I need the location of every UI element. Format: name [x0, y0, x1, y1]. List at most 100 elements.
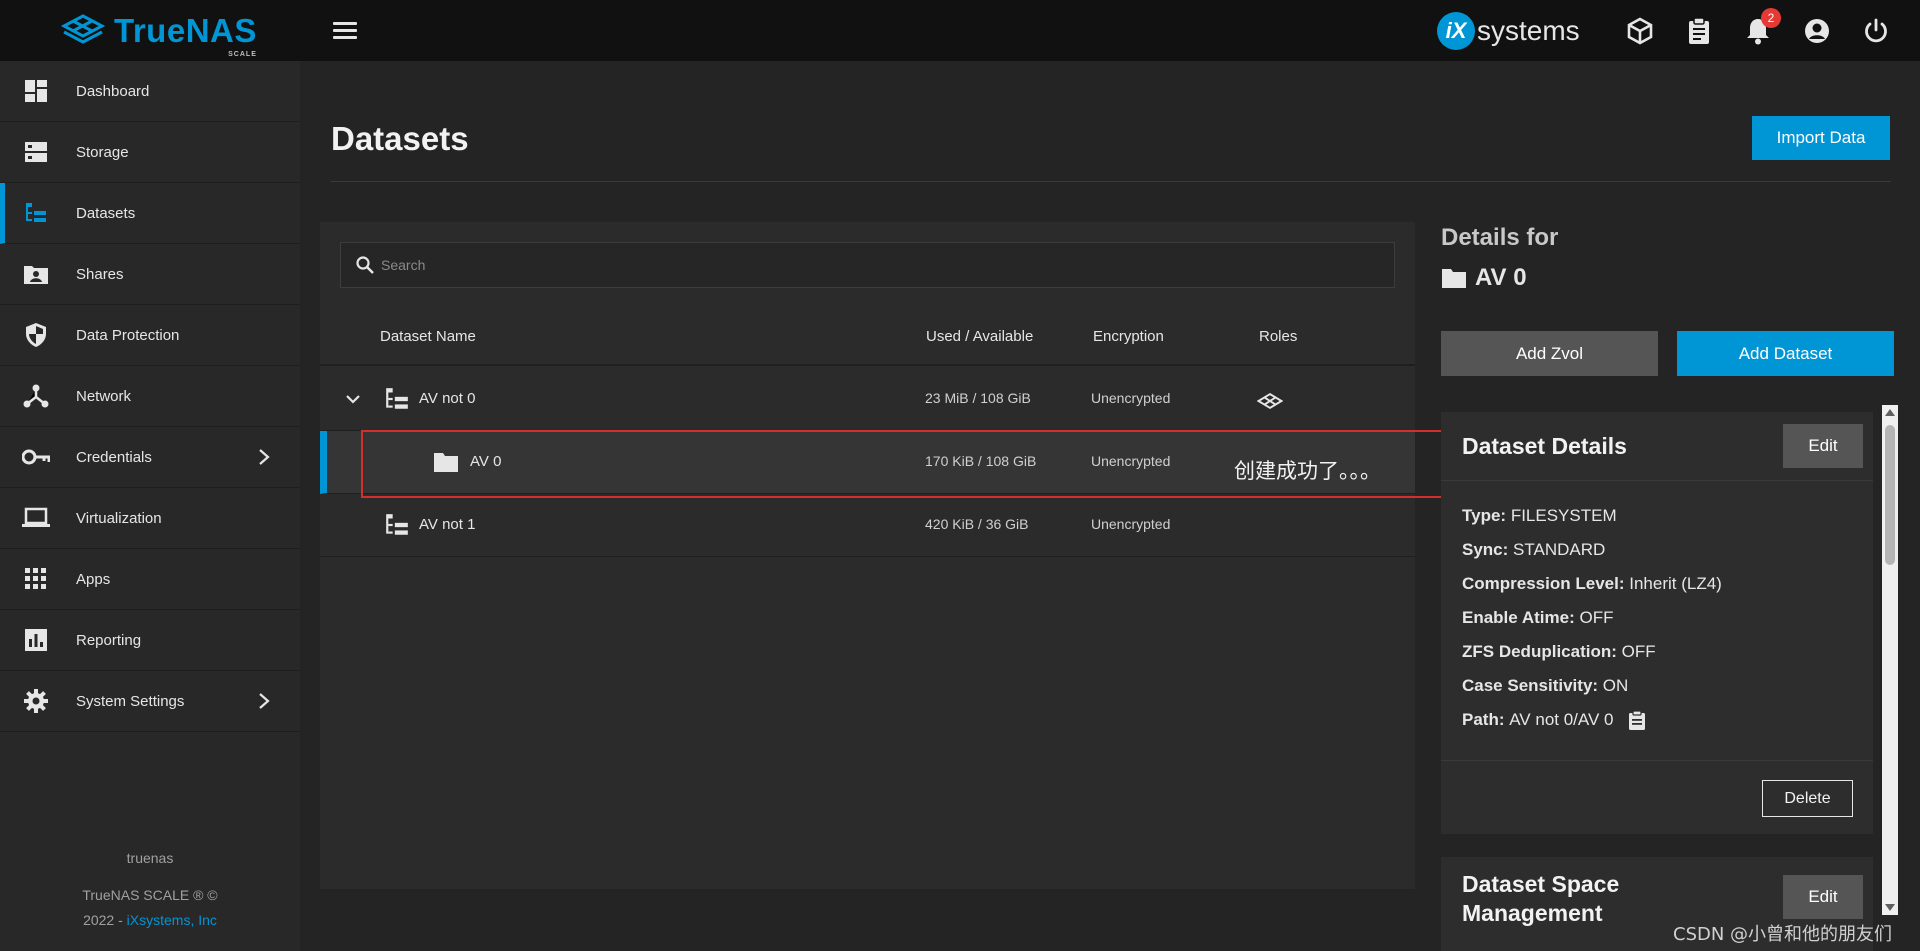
datasets-icon	[22, 199, 50, 227]
truecommand-role-icon	[1257, 393, 1283, 409]
dataset-tree-icon	[386, 388, 408, 409]
scrollbar-thumb[interactable]	[1885, 425, 1895, 565]
dataset-encryption: Unencrypted	[1091, 390, 1171, 406]
network-icon	[22, 382, 50, 410]
annotation-text: 创建成功了。。。	[1234, 459, 1381, 483]
shares-icon	[22, 260, 50, 288]
notifications-bell-icon[interactable]: 2	[1743, 8, 1781, 46]
truenas-logo-icon	[60, 14, 106, 44]
search-input[interactable]	[381, 243, 1381, 287]
sidebar-item-network[interactable]: Network	[0, 366, 300, 427]
folder-icon	[1442, 269, 1466, 288]
chevron-right-icon	[259, 449, 270, 465]
brand-sub: SCALE	[228, 51, 257, 58]
sidebar-item-apps[interactable]: Apps	[0, 549, 300, 610]
sidebar-item-virtualization[interactable]: Virtualization	[0, 488, 300, 549]
page-title: Datasets	[331, 120, 469, 157]
sidebar-item-datasets[interactable]: Datasets	[0, 183, 300, 244]
sidebar-item-credentials[interactable]: Credentials	[0, 427, 300, 488]
search-icon	[356, 256, 374, 274]
sidebar-item-label: System Settings	[76, 692, 185, 710]
datasets-table-panel: Dataset Name Used / Available Encryption…	[320, 222, 1415, 889]
sidebar-item-label: Dashboard	[76, 82, 150, 100]
details-scrollbar[interactable]	[1882, 405, 1898, 915]
sidebar-item-label: Network	[76, 387, 132, 405]
sidebar-item-reporting[interactable]: Reporting	[0, 610, 300, 671]
column-header-used[interactable]: Used / Available	[926, 328, 1033, 345]
sidebar-item-label: Apps	[76, 570, 111, 588]
power-icon[interactable]	[1861, 16, 1891, 46]
card-title: Dataset Details	[1462, 433, 1627, 459]
table-row-av-not-0[interactable]: AV not 0 23 MiB / 108 GiB Unencrypted	[320, 368, 1415, 431]
shield-icon	[22, 321, 50, 349]
chevron-right-icon	[259, 693, 270, 709]
property-sync: Sync: STANDARD	[1462, 540, 1606, 559]
scroll-up-arrow[interactable]	[1885, 409, 1895, 416]
ix-logo-icon: iX	[1437, 12, 1475, 50]
column-header-name[interactable]: Dataset Name	[380, 328, 476, 345]
sidebar-item-label: Data Protection	[76, 326, 180, 344]
add-zvol-button[interactable]: Add Zvol	[1441, 331, 1658, 376]
import-data-button[interactable]: Import Data	[1752, 116, 1890, 160]
delete-dataset-button[interactable]: Delete	[1762, 780, 1853, 817]
top-bar: TrueNAS SCALE iX systems 2	[0, 0, 1920, 61]
table-row-av-not-1[interactable]: AV not 1 420 KiB / 36 GiB Unencrypted	[320, 494, 1415, 557]
account-icon[interactable]	[1802, 16, 1832, 46]
table-header: Dataset Name Used / Available Encryption…	[320, 308, 1415, 366]
sidebar-item-label: Reporting	[76, 631, 142, 649]
watermark-text: CSDN @小曾和他的朋友们	[1673, 924, 1893, 945]
dashboard-icon	[22, 77, 50, 105]
copy-clipboard-icon[interactable]	[1628, 710, 1646, 730]
ixsystems-link[interactable]: iXsystems, Inc	[127, 912, 217, 928]
edit-details-button[interactable]: Edit	[1783, 424, 1863, 468]
dataset-name: AV not 0	[419, 390, 476, 407]
sidebar-item-storage[interactable]: Storage	[0, 122, 300, 183]
copyright-line: TrueNAS SCALE ® ©	[82, 887, 218, 903]
card-divider	[1441, 480, 1873, 481]
scroll-down-arrow[interactable]	[1885, 904, 1895, 911]
sidebar-item-system-settings[interactable]: System Settings	[0, 671, 300, 732]
dataset-tree-icon	[386, 514, 408, 535]
dataset-encryption: Unencrypted	[1091, 516, 1171, 532]
sidebar-item-label: Storage	[76, 143, 129, 161]
column-header-encryption[interactable]: Encryption	[1093, 328, 1164, 345]
menu-toggle-icon[interactable]	[333, 22, 357, 40]
property-path: Path: AV not 0/AV 0	[1462, 710, 1646, 730]
dataset-used: 420 KiB / 36 GiB	[925, 516, 1029, 532]
storage-icon	[22, 138, 50, 166]
add-dataset-button[interactable]: Add Dataset	[1677, 331, 1894, 376]
column-header-roles[interactable]: Roles	[1259, 328, 1297, 345]
sidebar-item-label: Datasets	[76, 204, 136, 222]
truecommand-icon[interactable]	[1625, 16, 1655, 46]
edit-space-button[interactable]: Edit	[1783, 875, 1863, 919]
laptop-icon	[22, 504, 50, 532]
sidebar-item-dashboard[interactable]: Dashboard	[0, 61, 300, 122]
sidebar: Dashboard Storage Datasets Shares Data P…	[0, 61, 300, 951]
sidebar-item-label: Virtualization	[76, 509, 162, 527]
gear-icon	[22, 687, 50, 715]
apps-grid-icon	[22, 565, 50, 593]
search-box	[340, 242, 1395, 288]
property-case-sensitivity: Case Sensitivity: ON	[1462, 676, 1629, 695]
chevron-down-icon[interactable]	[344, 390, 362, 408]
notification-badge: 2	[1761, 8, 1781, 28]
sidebar-item-data-protection[interactable]: Data Protection	[0, 305, 300, 366]
dataset-details-card: Dataset Details Edit Type: FILESYSTEM Sy…	[1441, 412, 1873, 834]
task-manager-icon[interactable]	[1684, 16, 1714, 46]
dataset-used: 23 MiB / 108 GiB	[925, 390, 1031, 406]
hostname: truenas	[126, 850, 174, 866]
property-type: Type: FILESYSTEM	[1462, 506, 1617, 525]
truenas-logo[interactable]: TrueNAS SCALE	[58, 10, 257, 58]
reporting-icon	[22, 626, 50, 654]
details-dataset-name: AV 0	[1441, 264, 1527, 292]
brand-name: TrueNAS SCALE	[114, 12, 257, 58]
sidebar-item-shares[interactable]: Shares	[0, 244, 300, 305]
property-dedup: ZFS Deduplication: OFF	[1462, 642, 1656, 661]
title-divider	[331, 181, 1891, 182]
copyright-line-2: 2022 - iXsystems, Inc	[83, 912, 217, 928]
sidebar-item-label: Credentials	[76, 448, 152, 466]
key-icon	[22, 443, 50, 471]
ixsystems-logo[interactable]: iX systems	[1437, 12, 1580, 50]
dataset-name: AV not 1	[419, 516, 476, 533]
property-atime: Enable Atime: OFF	[1462, 608, 1614, 627]
